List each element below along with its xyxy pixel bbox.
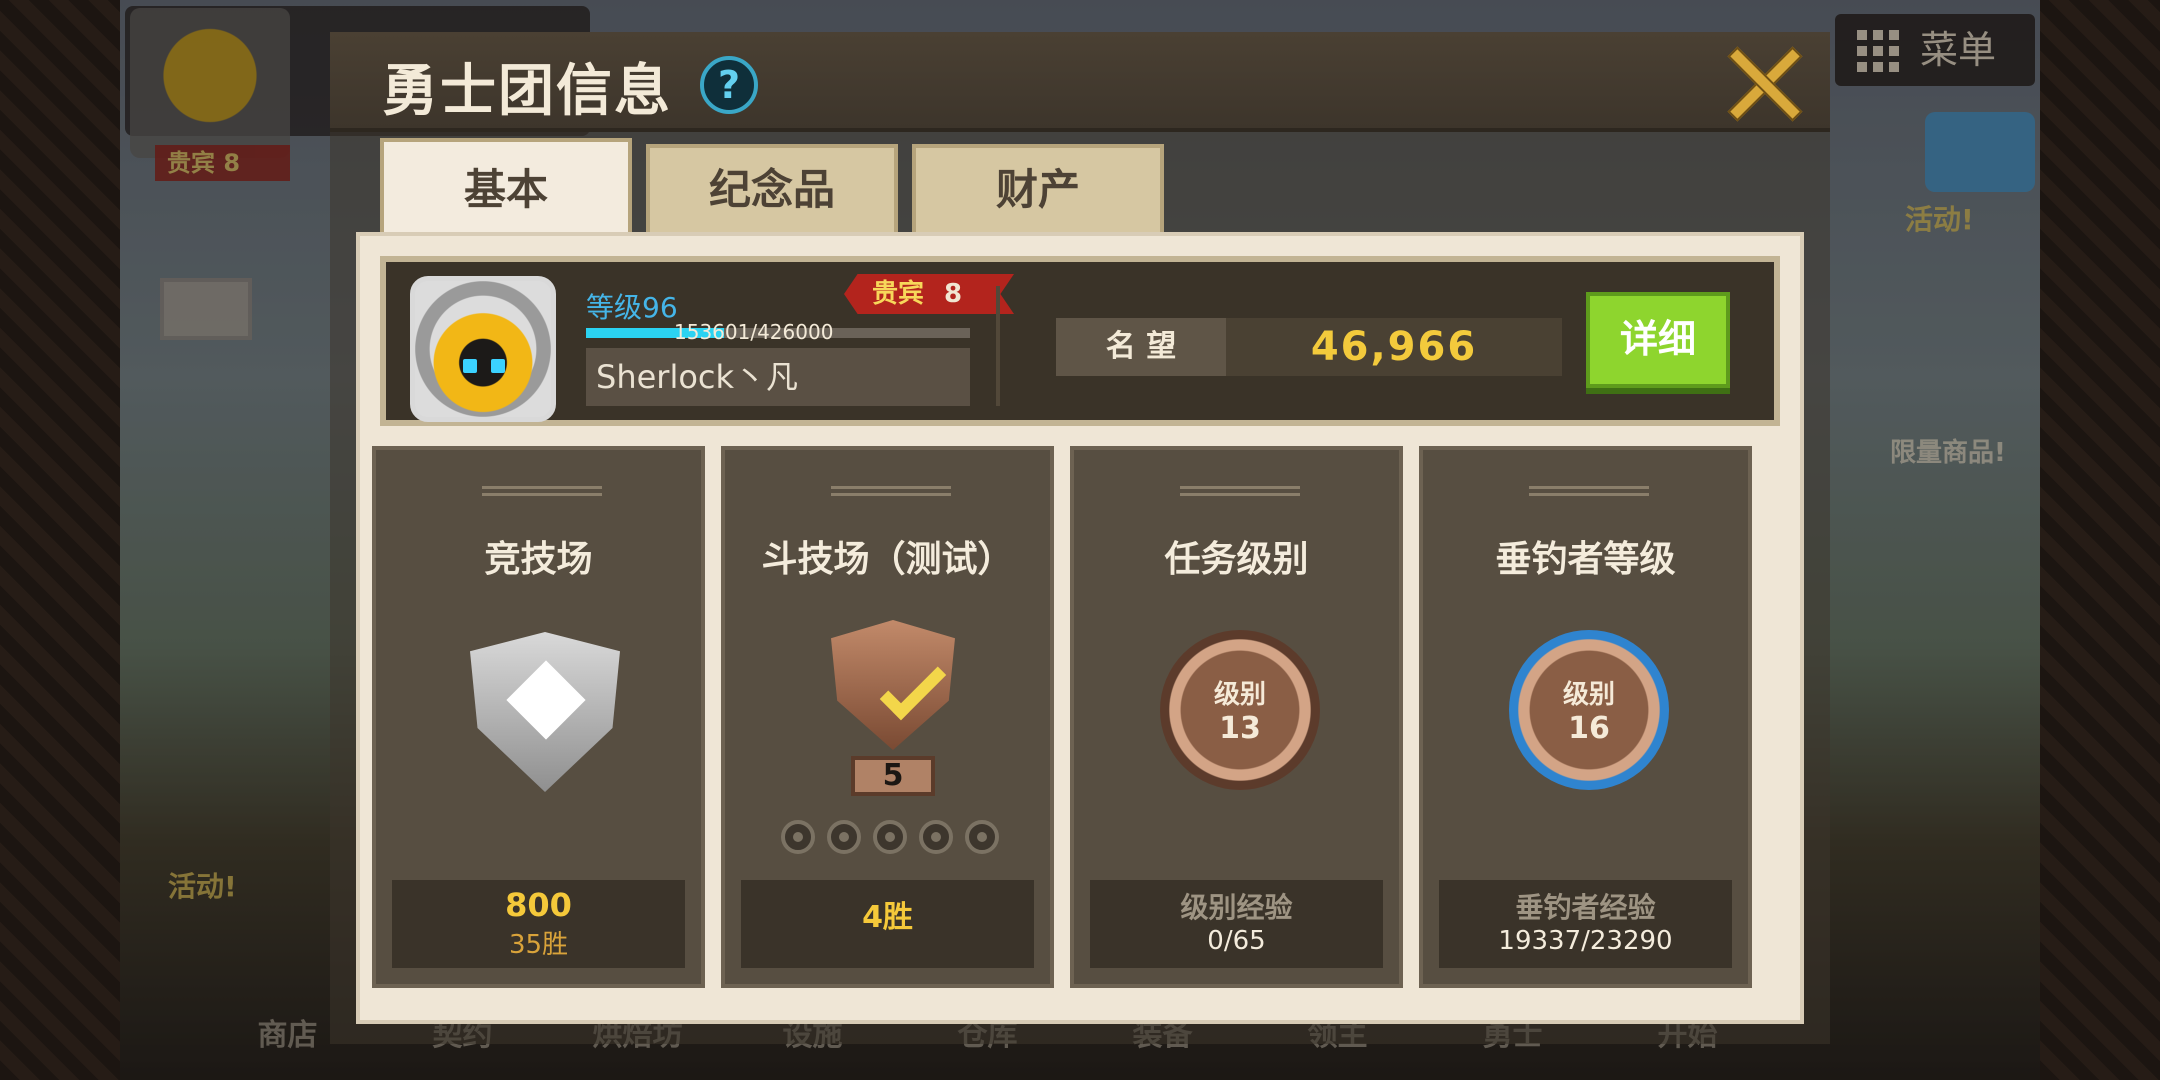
- medal-label: 级别: [1562, 680, 1615, 710]
- fishing-medal-icon: 级别 16: [1509, 630, 1669, 790]
- card-footer: 4胜: [741, 880, 1034, 968]
- progress-dot: [965, 820, 999, 854]
- detail-button[interactable]: 详细: [1586, 292, 1730, 388]
- colosseum-wins: 4胜: [862, 900, 913, 935]
- ornament: [831, 486, 951, 496]
- fame-label: 名 望: [1056, 318, 1226, 376]
- progress-dot: [781, 820, 815, 854]
- quest-level-card[interactable]: 任务级别 级别 13 级别经验 0/65: [1070, 446, 1403, 988]
- tab-property[interactable]: 财产: [912, 144, 1164, 232]
- card-title: 垂钓者等级: [1495, 539, 1676, 580]
- silver-shield-icon: [470, 632, 620, 792]
- tab-content: 等级96 贵宾 8 153601/426000 Sherlock丶凡 名 望 46…: [356, 232, 1804, 1024]
- arena-wins: 35胜: [508, 930, 569, 960]
- exp-text: 153601/426000: [674, 320, 834, 344]
- vip-badge: 贵宾 8: [844, 274, 1014, 314]
- close-button[interactable]: [1722, 42, 1802, 122]
- card-title: 斗技场（测试）: [761, 539, 1014, 580]
- quest-medal-icon: 级别 13: [1160, 630, 1320, 790]
- card-title: 竞技场: [484, 539, 593, 580]
- angler-exp-value: 19337/23290: [1498, 926, 1673, 956]
- ornament: [1529, 486, 1649, 496]
- progress-dot: [873, 820, 907, 854]
- arena-score: 800: [505, 886, 572, 924]
- fame-value: 46,966: [1226, 318, 1562, 376]
- tab-bar: 基本 纪念品 财产: [380, 138, 1164, 232]
- vip-level: 8: [944, 279, 963, 309]
- divider: [996, 286, 1000, 406]
- medal-level: 13: [1219, 711, 1261, 746]
- progress-dots: [781, 820, 999, 854]
- profile-strip: 等级96 贵宾 8 153601/426000 Sherlock丶凡 名 望 46…: [380, 256, 1780, 426]
- avatar[interactable]: [410, 276, 556, 422]
- angler-level-card[interactable]: 垂钓者等级 级别 16 垂钓者经验 19337/23290: [1419, 446, 1752, 988]
- help-icon[interactable]: ?: [700, 56, 758, 114]
- card-footer: 级别经验 0/65: [1090, 880, 1383, 968]
- quest-exp-label: 级别经验: [1180, 891, 1293, 924]
- tab-souvenir[interactable]: 纪念品: [646, 144, 898, 232]
- card-footer: 800 35胜: [392, 880, 685, 968]
- quest-exp-value: 0/65: [1207, 926, 1266, 956]
- rank-ribbon: 5: [851, 756, 935, 796]
- card-icon-wrap: 级别 16: [1509, 620, 1669, 800]
- ornament: [1180, 486, 1300, 496]
- stats-cards: 竞技场 800 35胜 斗技场（测试） 5 4胜 任务级别 级别 13 级别经验…: [372, 446, 1752, 988]
- vip-text: 贵宾: [872, 279, 925, 309]
- card-icon-wrap: [462, 620, 622, 800]
- ornament: [482, 486, 602, 496]
- dialog-title: 勇士团信息: [382, 59, 672, 124]
- angler-exp-label: 垂钓者经验: [1515, 891, 1656, 924]
- player-name: Sherlock丶凡: [586, 348, 970, 406]
- card-icon-wrap: 5: [811, 620, 971, 800]
- progress-dot: [919, 820, 953, 854]
- dialog-title-bar: 勇士团信息 ?: [330, 32, 1830, 132]
- card-icon-wrap: 级别 13: [1160, 620, 1320, 800]
- colosseum-card[interactable]: 斗技场（测试） 5 4胜: [721, 446, 1054, 988]
- avatar-eye: [491, 359, 505, 373]
- medal-label: 级别: [1213, 680, 1266, 710]
- medal-level: 16: [1568, 711, 1610, 746]
- card-title: 任务级别: [1164, 539, 1309, 580]
- card-footer: 垂钓者经验 19337/23290: [1439, 880, 1732, 968]
- team-info-dialog: 勇士团信息 ? 基本 纪念品 财产 等级96 贵宾 8 153601/426000…: [330, 32, 1830, 1044]
- bronze-shield-icon: [831, 620, 955, 750]
- chevron-icon: [879, 653, 947, 721]
- progress-dot: [827, 820, 861, 854]
- avatar-eye: [463, 359, 477, 373]
- arena-card[interactable]: 竞技场 800 35胜: [372, 446, 705, 988]
- tab-basic[interactable]: 基本: [380, 138, 632, 232]
- player-level: 等级96: [586, 291, 678, 324]
